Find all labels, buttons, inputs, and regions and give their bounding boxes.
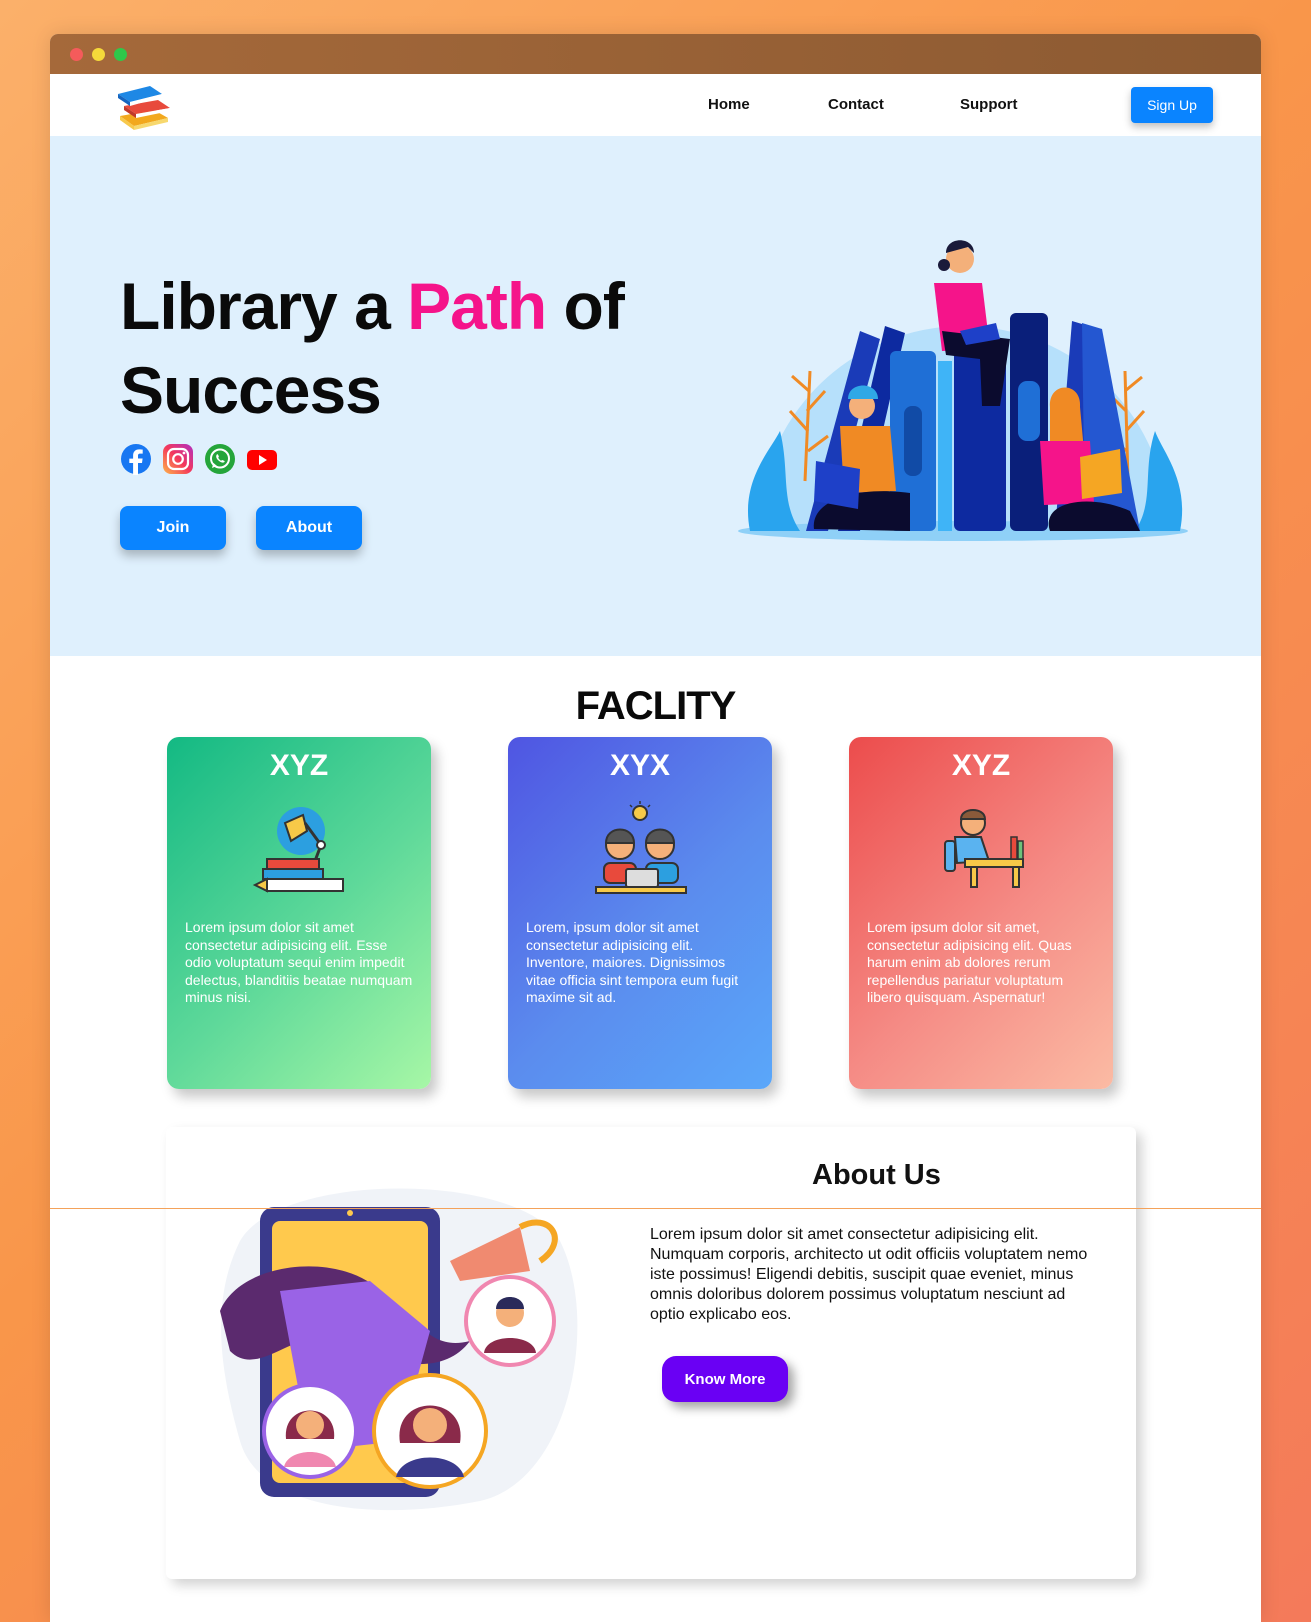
- maximize-window-button[interactable]: [114, 47, 127, 61]
- facility-card[interactable]: XYX Lorem, ipsum dolor sit amet consecte…: [508, 737, 772, 1089]
- hero-title: Library a Path of Success: [120, 264, 680, 432]
- facility-card[interactable]: XYZ Lorem ipsum dolor sit amet, consecte…: [849, 737, 1113, 1089]
- hero-title-part1: Library a: [120, 269, 408, 343]
- about-us-title: About Us: [812, 1159, 941, 1191]
- know-more-button[interactable]: Know More: [662, 1356, 788, 1402]
- window-titlebar: [50, 34, 1261, 74]
- card-description: Lorem ipsum dolor sit amet consectetur a…: [185, 919, 413, 1005]
- card-title: XYZ: [951, 749, 1011, 782]
- desk-lamp-books-icon: [249, 801, 349, 897]
- hero-section: Library a Path of Success Join About: [50, 136, 1261, 656]
- nav-home-link[interactable]: Home: [708, 96, 750, 113]
- facility-title: FACLITY: [575, 684, 737, 728]
- browser-window: Home Contact Support Sign Up Library a P…: [50, 34, 1261, 1622]
- about-us-card: About Us Lorem ipsum dolor sit amet cons…: [166, 1127, 1136, 1579]
- card-title: XYZ: [269, 749, 329, 782]
- section-divider: [50, 1208, 1261, 1209]
- navbar: Home Contact Support Sign Up: [50, 74, 1261, 136]
- card-description: Lorem ipsum dolor sit amet, consectetur …: [867, 919, 1072, 1005]
- student-writing-desk-icon: [931, 801, 1031, 897]
- about-us-description: Lorem ipsum dolor sit amet consectetur a…: [650, 1226, 1088, 1323]
- nav-support-link[interactable]: Support: [960, 96, 1018, 113]
- youtube-icon[interactable]: [246, 443, 278, 475]
- people-reading-books-illustration: [710, 231, 1210, 561]
- sign-up-button[interactable]: Sign Up: [1131, 87, 1213, 123]
- join-button[interactable]: Join: [120, 506, 226, 550]
- close-window-button[interactable]: [70, 47, 83, 61]
- card-title: XYX: [609, 749, 671, 782]
- hero-title-line2: Success: [120, 353, 382, 427]
- hero-title-accent: Path: [407, 269, 547, 343]
- instagram-icon[interactable]: [162, 443, 194, 475]
- nav-contact-link[interactable]: Contact: [828, 96, 884, 113]
- megaphone-phone-community-illustration: [220, 1181, 580, 1511]
- students-laptop-icon: [590, 801, 690, 897]
- facility-card[interactable]: XYZ Lorem ipsum dolor sit amet consectet…: [167, 737, 431, 1089]
- facebook-icon[interactable]: [120, 443, 152, 475]
- about-button[interactable]: About: [256, 506, 362, 550]
- hero-title-part2: of: [546, 269, 625, 343]
- card-description: Lorem, ipsum dolor sit amet consectetur …: [526, 919, 739, 1005]
- minimize-window-button[interactable]: [92, 47, 105, 61]
- social-links: [120, 443, 278, 475]
- whatsapp-icon[interactable]: [204, 443, 236, 475]
- books-stack-logo-icon[interactable]: [114, 80, 174, 132]
